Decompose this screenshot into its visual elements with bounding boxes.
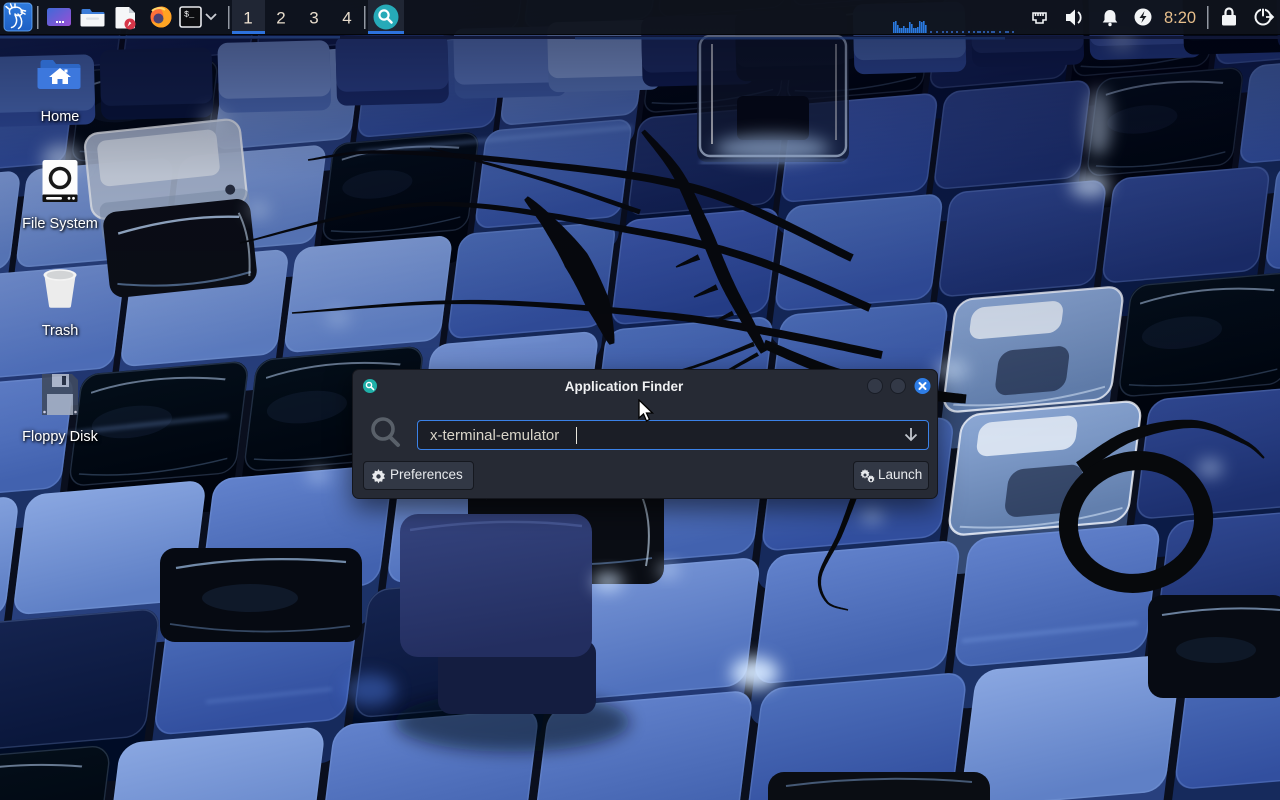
svg-text:3: 3 [309, 9, 318, 28]
svg-text:1: 1 [243, 9, 252, 28]
svg-text:8:20: 8:20 [1164, 9, 1196, 27]
svg-text:$_: $_ [184, 10, 195, 20]
svg-text:2: 2 [276, 9, 285, 28]
svg-text:4: 4 [342, 9, 351, 28]
